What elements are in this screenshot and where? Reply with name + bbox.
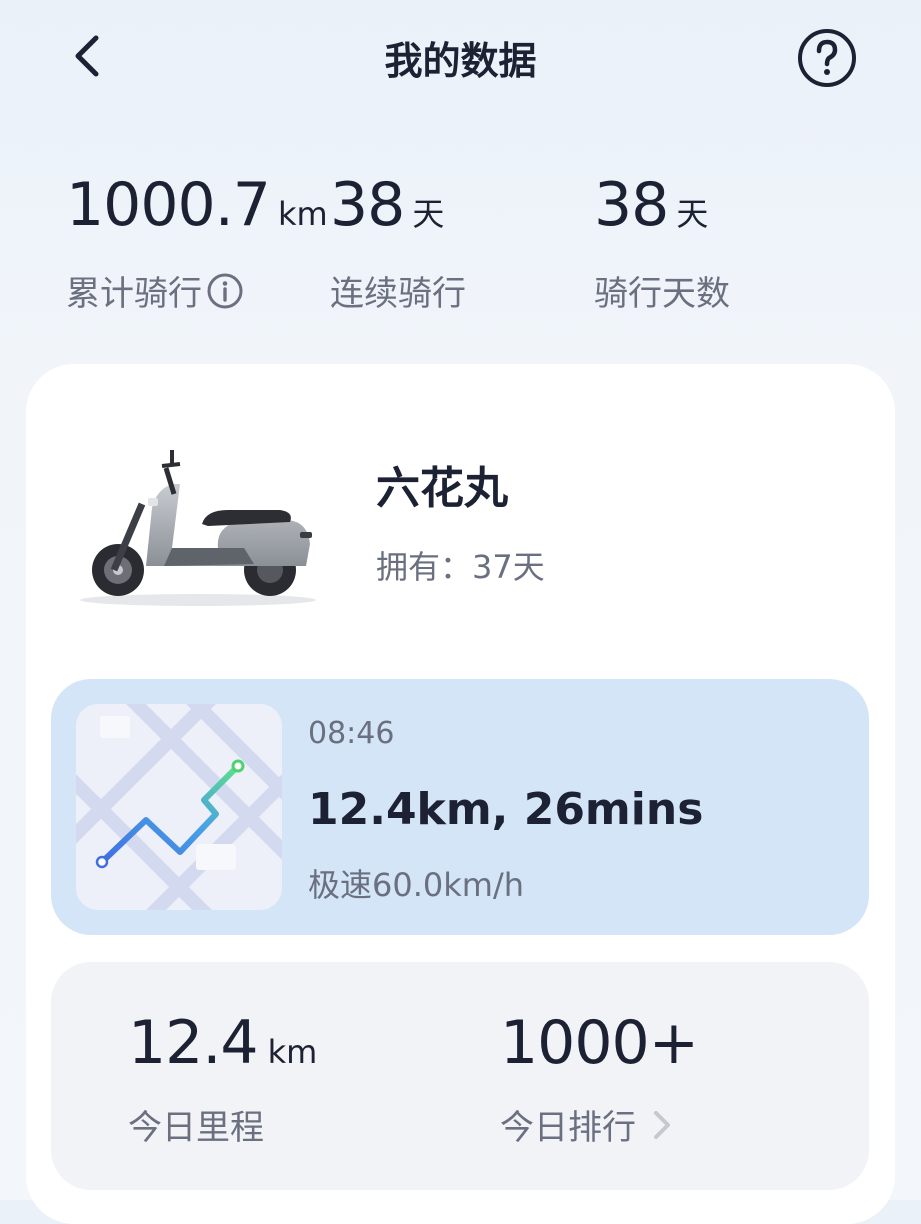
today-rank[interactable]: 1000+ 今日排行: [500, 1008, 699, 1148]
stat-value: 1000.7: [66, 170, 271, 240]
help-icon[interactable]: [796, 27, 858, 89]
ride-distance-duration: 12.4km, 26mins: [308, 784, 704, 835]
stat-unit: 天: [412, 195, 445, 233]
page-title: 我的数据: [384, 39, 537, 83]
info-icon[interactable]: [206, 272, 244, 310]
stat-unit: km: [277, 195, 328, 233]
today-mileage-unit: km: [267, 1033, 318, 1071]
today-mileage-label: 今日里程: [128, 1108, 264, 1148]
top-bar: 我的数据: [0, 0, 921, 118]
today-rank-value: 1000+: [500, 1008, 699, 1078]
stat-unit: 天: [676, 195, 709, 233]
stat-ride-days: 38 天 骑行天数: [594, 170, 730, 314]
stat-value: 38: [594, 170, 669, 240]
today-mileage-value: 12.4: [128, 1008, 259, 1078]
vehicle-owned-days: 拥有：37天: [376, 548, 545, 586]
today-rank-label: 今日排行: [500, 1108, 636, 1148]
ride-start-time: 08:46: [308, 716, 395, 751]
today-mileage: 12.4 km 今日里程: [128, 1008, 318, 1148]
stat-label: 骑行天数: [594, 274, 730, 314]
vehicle-name: 六花丸: [376, 463, 508, 514]
stat-label: 连续骑行: [330, 274, 466, 314]
stat-total-ride: 1000.7 km 累计骑行: [66, 170, 328, 314]
stat-label: 累计骑行: [66, 274, 202, 314]
stat-value: 38: [330, 170, 405, 240]
ride-max-speed: 极速60.0km/h: [308, 866, 525, 904]
scooter-image[interactable]: [68, 448, 328, 618]
route-map-thumbnail[interactable]: [76, 704, 282, 910]
chevron-right-icon[interactable]: [652, 1107, 672, 1143]
stat-streak: 38 天 连续骑行: [330, 170, 466, 314]
